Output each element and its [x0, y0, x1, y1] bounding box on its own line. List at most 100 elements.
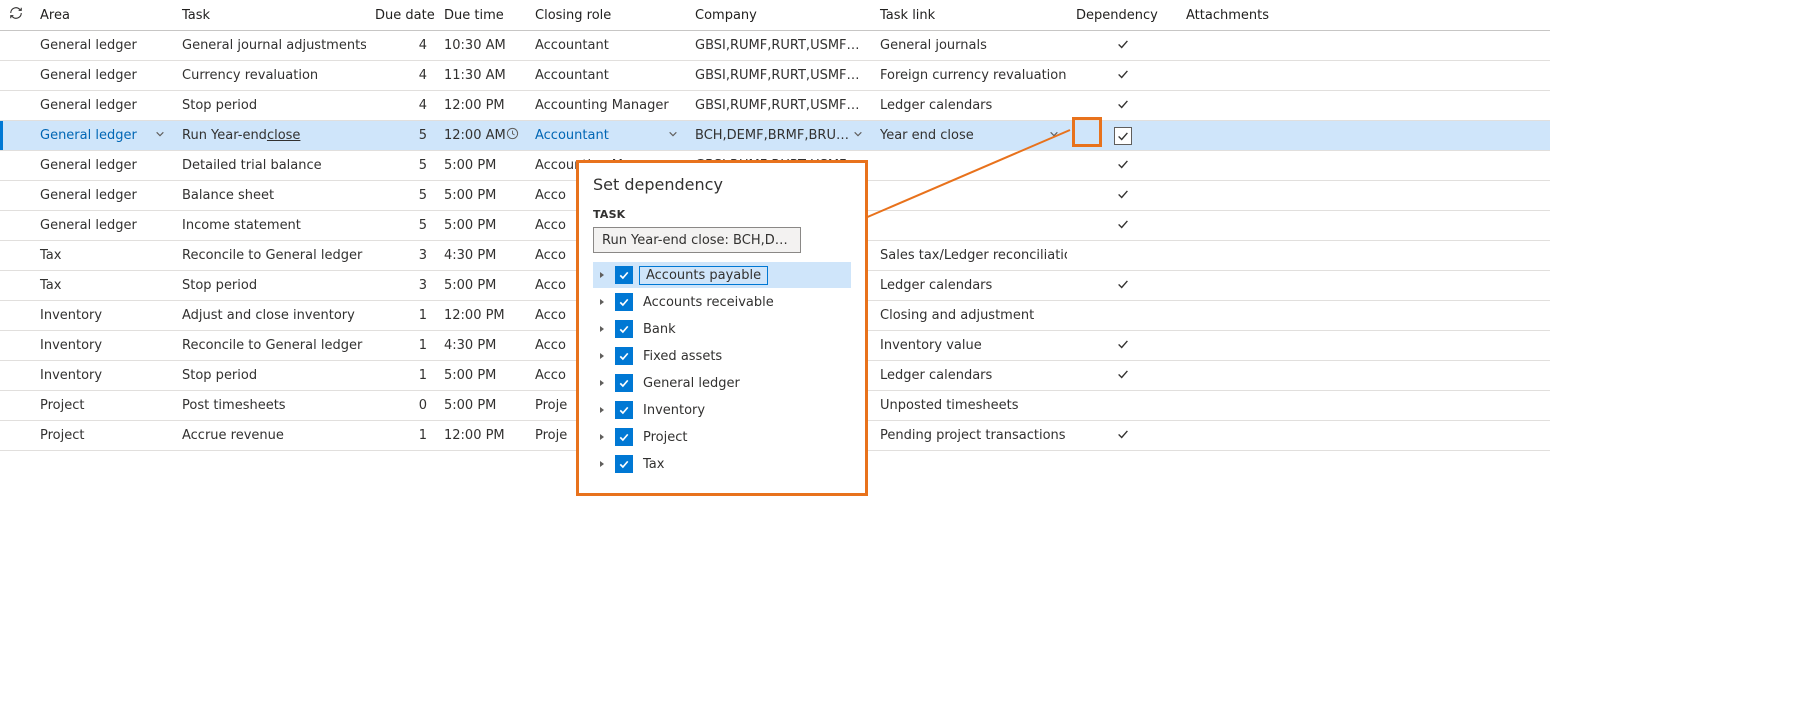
dependency-item[interactable]: General ledger [593, 370, 851, 396]
attachments-cell[interactable] [1178, 91, 1288, 120]
task-cell[interactable]: Stop period [174, 91, 367, 120]
task-cell[interactable]: Balance sheet [174, 181, 367, 210]
due-time-cell[interactable]: 12:00 PM [436, 421, 527, 450]
area-cell[interactable]: General ledger [32, 31, 174, 60]
due-time-cell[interactable]: 5:00 PM [436, 181, 527, 210]
chevron-down-icon[interactable] [155, 128, 165, 143]
task-link-cell[interactable]: Closing and adjustment [872, 301, 1068, 330]
task-cell[interactable]: Reconcile to General ledger [174, 241, 367, 270]
area-cell[interactable]: Inventory [32, 301, 174, 330]
attachments-cell[interactable] [1178, 241, 1288, 270]
expander-icon[interactable] [595, 322, 609, 337]
attachments-cell[interactable] [1178, 301, 1288, 330]
task-link-cell[interactable]: Sales tax/Ledger reconciliation [872, 241, 1068, 270]
due-time-cell[interactable]: 12:00 PM [436, 301, 527, 330]
due-time-cell[interactable]: 5:00 PM [436, 271, 527, 300]
task-cell[interactable]: Accrue revenue [174, 421, 367, 450]
attachments-cell[interactable] [1178, 391, 1288, 420]
task-link-cell[interactable]: General journals [872, 31, 1068, 60]
task-link-cell[interactable]: Unposted timesheets [872, 391, 1068, 420]
due-date-cell[interactable]: 4 [367, 31, 436, 60]
task-cell[interactable]: Income statement [174, 211, 367, 240]
chevron-down-icon[interactable] [668, 128, 678, 143]
attachments-cell[interactable] [1178, 61, 1288, 90]
area-cell[interactable]: General ledger [32, 61, 174, 90]
dependency-item[interactable]: Project [593, 424, 851, 450]
task-link-cell[interactable] [872, 181, 1068, 210]
attachments-cell[interactable] [1178, 361, 1288, 390]
task-link-cell[interactable]: Ledger calendars [872, 271, 1068, 300]
checkbox[interactable] [615, 320, 633, 338]
dependency-cell[interactable] [1068, 151, 1178, 180]
checkbox[interactable] [615, 455, 633, 473]
area-cell[interactable]: General ledger [32, 151, 174, 180]
dependency-cell[interactable] [1068, 31, 1178, 60]
area-cell[interactable]: Project [32, 421, 174, 450]
closing-role-cell[interactable]: Accountant [527, 121, 687, 150]
due-date-cell[interactable]: 1 [367, 421, 436, 450]
area-cell[interactable]: Inventory [32, 361, 174, 390]
closing-role-cell[interactable]: Accountant [527, 31, 687, 60]
dependency-cell[interactable] [1068, 391, 1178, 420]
task-cell[interactable]: Adjust and close inventory [174, 301, 367, 330]
dependency-cell[interactable] [1068, 121, 1178, 150]
task-link-cell[interactable]: Pending project transactions [872, 421, 1068, 450]
due-time-cell[interactable]: 4:30 PM [436, 331, 527, 360]
task-link-cell[interactable]: Ledger calendars [872, 361, 1068, 390]
due-date-cell[interactable]: 5 [367, 151, 436, 180]
task-cell[interactable]: Stop period [174, 271, 367, 300]
due-date-cell[interactable]: 0 [367, 391, 436, 420]
attachments-cell[interactable] [1178, 181, 1288, 210]
task-link-cell[interactable]: Year end close [872, 121, 1068, 150]
closing-role-cell[interactable]: Accountant [527, 61, 687, 90]
clock-icon[interactable] [506, 127, 519, 144]
company-cell[interactable]: GBSI,RUMF,RURT,USMF,USRT [687, 31, 872, 60]
col-header-task-link[interactable]: Task link [872, 0, 1068, 30]
company-cell[interactable]: GBSI,RUMF,RURT,USMF,USRT [687, 61, 872, 90]
area-cell[interactable]: General ledger [32, 181, 174, 210]
checkbox[interactable] [615, 266, 633, 284]
dependency-item[interactable]: Inventory [593, 397, 851, 423]
expander-icon[interactable] [595, 457, 609, 472]
task-cell[interactable]: Reconcile to General ledger [174, 331, 367, 360]
col-header-due-date[interactable]: Due date r… [367, 0, 436, 30]
due-date-cell[interactable]: 4 [367, 91, 436, 120]
dependency-cell[interactable] [1068, 421, 1178, 450]
due-date-cell[interactable]: 5 [367, 181, 436, 210]
table-row[interactable]: General ledgerRun Year-end close512:00 A… [0, 121, 1550, 151]
area-cell[interactable]: General ledger [32, 91, 174, 120]
due-date-cell[interactable]: 1 [367, 301, 436, 330]
attachments-cell[interactable] [1178, 31, 1288, 60]
dependency-cell[interactable] [1068, 331, 1178, 360]
task-link-cell[interactable]: Ledger calendars [872, 91, 1068, 120]
due-time-cell[interactable]: 5:00 PM [436, 361, 527, 390]
dependency-item[interactable]: Accounts receivable [593, 289, 851, 315]
task-cell[interactable]: General journal adjustments [174, 31, 367, 60]
checkbox[interactable] [615, 401, 633, 419]
company-cell[interactable]: BCH,DEMF,BRMF,BRUK,CEI… [687, 121, 872, 150]
due-date-cell[interactable]: 3 [367, 241, 436, 270]
dependency-cell[interactable] [1068, 61, 1178, 90]
dependency-item[interactable]: Fixed assets [593, 343, 851, 369]
task-link-cell[interactable] [872, 211, 1068, 240]
checkbox[interactable] [615, 293, 633, 311]
task-cell[interactable]: Run Year-end close [174, 121, 367, 150]
chevron-down-icon[interactable] [1049, 128, 1059, 143]
attachments-cell[interactable] [1178, 151, 1288, 180]
due-date-cell[interactable]: 3 [367, 271, 436, 300]
area-cell[interactable]: Project [32, 391, 174, 420]
due-time-cell[interactable]: 5:00 PM [436, 391, 527, 420]
dependency-cell[interactable] [1068, 211, 1178, 240]
expander-icon[interactable] [595, 376, 609, 391]
checkbox[interactable] [615, 347, 633, 365]
col-header-area[interactable]: Area [32, 0, 174, 30]
checkbox[interactable] [615, 428, 633, 446]
dependency-item[interactable]: Bank [593, 316, 851, 342]
task-cell[interactable]: Post timesheets [174, 391, 367, 420]
dependency-cell[interactable] [1068, 241, 1178, 270]
col-header-attachments[interactable]: Attachments [1178, 0, 1288, 30]
task-link-cell[interactable]: Foreign currency revaluation [872, 61, 1068, 90]
attachments-cell[interactable] [1178, 271, 1288, 300]
due-time-cell[interactable]: 4:30 PM [436, 241, 527, 270]
dependency-cell[interactable] [1068, 181, 1178, 210]
